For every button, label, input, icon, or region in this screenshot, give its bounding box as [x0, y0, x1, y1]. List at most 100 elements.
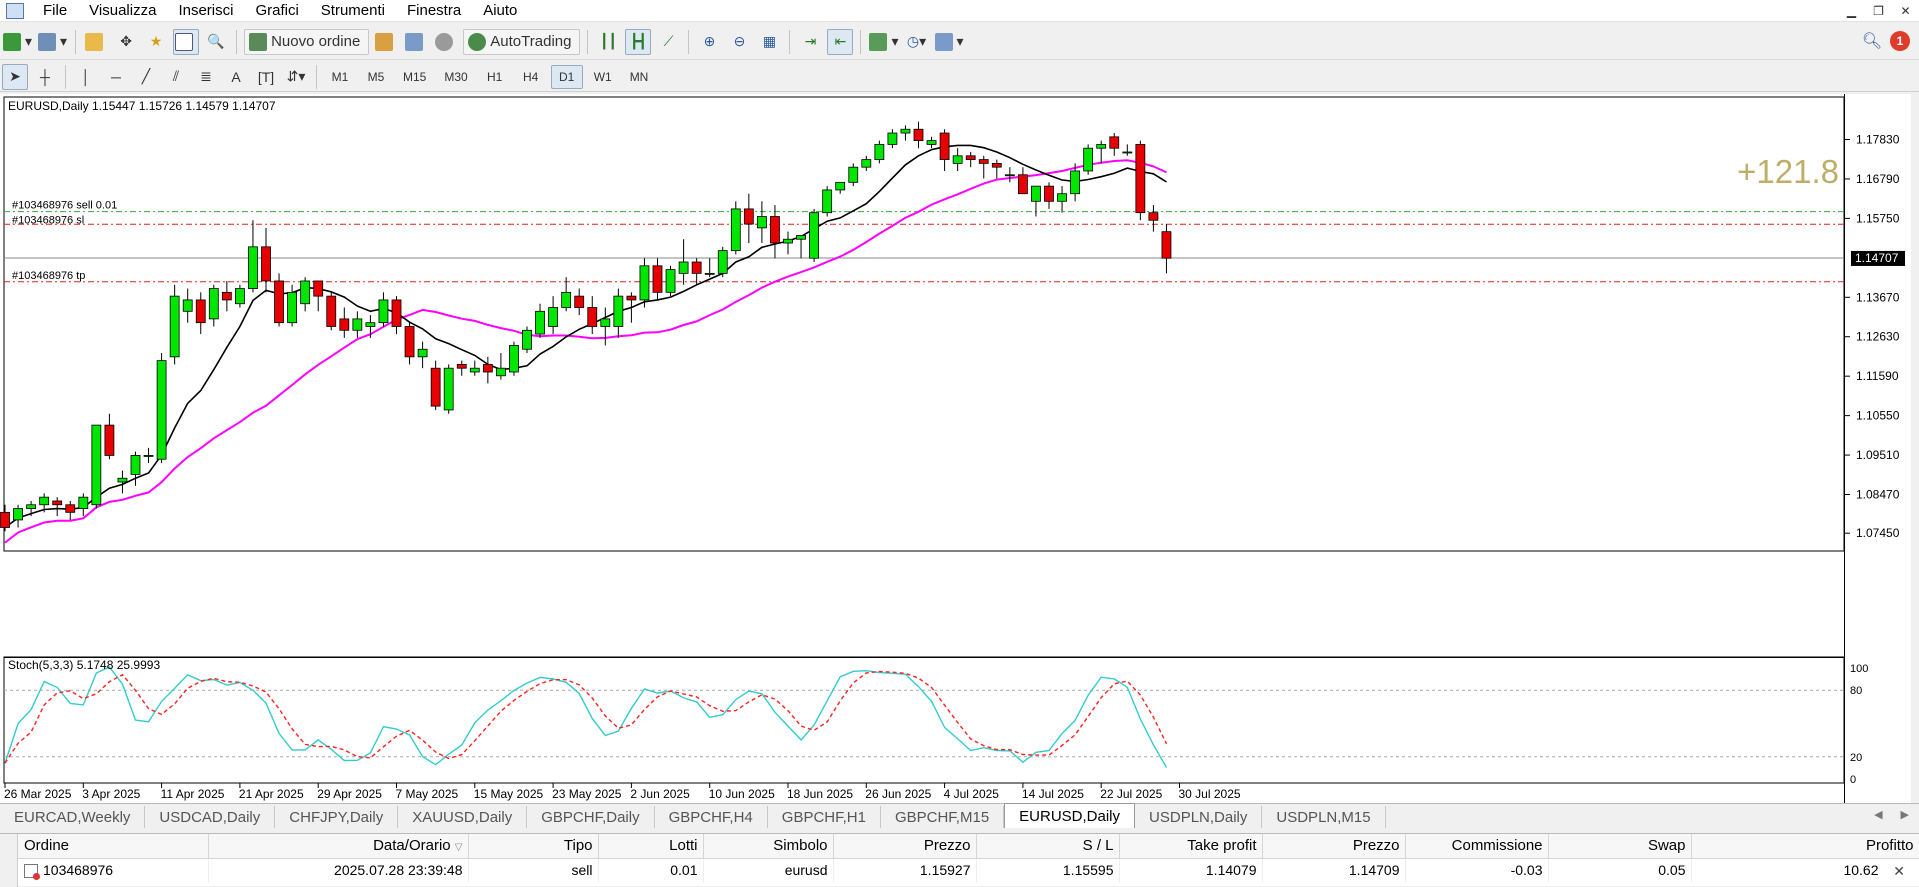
- timeframe-h4[interactable]: H4: [515, 65, 547, 89]
- col-profitto[interactable]: Profitto: [1691, 834, 1919, 859]
- horizontal-line-button[interactable]: ─: [103, 64, 129, 90]
- tab-xauusd-daily[interactable]: XAUUSD,Daily: [398, 806, 528, 828]
- timeframe-m1[interactable]: M1: [324, 65, 356, 89]
- new-chart-button[interactable]: ▾: [2, 29, 33, 55]
- col-swap[interactable]: Swap: [1548, 834, 1692, 859]
- tab-eurusd-daily[interactable]: EURUSD,Daily: [1004, 803, 1136, 828]
- minimize-icon[interactable]: ▁: [1838, 0, 1865, 22]
- bullish-candle: [678, 261, 689, 274]
- zoom-out-icon: ⊖: [733, 33, 746, 49]
- tab-usdpln-m15[interactable]: USDPLN,M15: [1262, 806, 1386, 828]
- price-chart[interactable]: 1.17830 1.16790 1.15750 1.13670 1.12630 1.115…: [0, 94, 1919, 803]
- crosshair-tool-button[interactable]: ┼: [32, 64, 58, 90]
- menu-file[interactable]: File: [32, 2, 78, 19]
- zoom-out-button[interactable]: ⊖: [726, 29, 752, 55]
- col-simbolo[interactable]: Simbolo: [703, 834, 834, 859]
- col-commissione[interactable]: Commissione: [1405, 834, 1549, 859]
- search-button[interactable]: 🔍︎: [1859, 28, 1885, 54]
- close-order-icon[interactable]: ✕: [1893, 863, 1905, 880]
- menu-strumenti[interactable]: Strumenti: [310, 2, 396, 19]
- autoscroll-button[interactable]: ⇥: [797, 29, 823, 55]
- tab-gbpchf-daily[interactable]: GBPCHF,Daily: [527, 806, 655, 828]
- periods-button[interactable]: ◷ ▾: [904, 29, 930, 55]
- zoom-in-button[interactable]: ⊕: [696, 29, 722, 55]
- arrows-icon: ⇵▾: [286, 68, 306, 84]
- crosshair-icon: ✥: [120, 33, 132, 49]
- bar-chart-button[interactable]: ┃┃: [595, 29, 621, 55]
- col-prezzo-current[interactable]: Prezzo: [1262, 834, 1406, 859]
- channel-button[interactable]: ⫽: [163, 64, 189, 90]
- templates-button[interactable]: ▾: [934, 29, 965, 55]
- metaeditor-button[interactable]: [373, 29, 399, 55]
- autotrading-button[interactable]: AutoTrading: [463, 28, 581, 55]
- text-label-button[interactable]: [T]: [253, 64, 279, 90]
- timeframe-d1[interactable]: D1: [550, 64, 583, 89]
- col-data-orario[interactable]: Data/Orario ▽: [208, 834, 469, 859]
- tab-gbpchf-h1[interactable]: GBPCHF,H1: [768, 806, 881, 828]
- time-label: 2 Jun 2025: [630, 787, 690, 801]
- signals-button[interactable]: [403, 29, 429, 55]
- market-watch-button[interactable]: [83, 29, 109, 55]
- tab-scroll-right-icon[interactable]: ▶: [1901, 808, 1909, 821]
- line-chart-button[interactable]: ⟋: [655, 29, 681, 55]
- timeframe-m5[interactable]: M5: [360, 65, 392, 89]
- new-order-button[interactable]: Nuovo ordine: [244, 28, 370, 55]
- trendline-button[interactable]: ╱: [133, 64, 159, 90]
- menu-finestra[interactable]: Finestra: [396, 2, 472, 19]
- col-sl[interactable]: S / L: [976, 834, 1120, 859]
- strategy-tester-button[interactable]: 🔍: [203, 29, 229, 55]
- timeframe-w1[interactable]: W1: [587, 65, 619, 89]
- toolbar-separator: [688, 29, 690, 54]
- arrows-button[interactable]: ⇵▾: [283, 64, 309, 90]
- profiles-button[interactable]: ▾: [37, 29, 68, 55]
- menu-aiuto[interactable]: Aiuto: [472, 2, 528, 19]
- menu-inserisci[interactable]: Inserisci: [167, 2, 244, 19]
- notifications-button[interactable]: 1: [1887, 28, 1913, 54]
- new-order-label: Nuovo ordine: [271, 33, 361, 50]
- col-ordine[interactable]: Ordine: [0, 834, 209, 859]
- col-prezzo[interactable]: Prezzo: [833, 834, 977, 859]
- order-current-price: 1.14709: [1262, 858, 1406, 882]
- indicators-button[interactable]: ▾: [868, 29, 899, 55]
- tab-usdpln-daily[interactable]: USDPLN,Daily: [1135, 806, 1263, 828]
- candlestick-button[interactable]: ┣┫: [625, 28, 652, 55]
- tab-gbpchf-h4[interactable]: GBPCHF,H4: [655, 806, 768, 828]
- timeframe-m30[interactable]: M30: [437, 65, 474, 89]
- menu-visualizza[interactable]: Visualizza: [78, 2, 167, 19]
- col-lotti[interactable]: Lotti: [598, 834, 704, 859]
- data-window-button[interactable]: ✥: [113, 29, 139, 55]
- time-label: 15 May 2025: [474, 787, 544, 801]
- menu-grafici[interactable]: Grafici: [244, 2, 309, 19]
- fibonacci-button[interactable]: ≣: [193, 64, 219, 90]
- text-button[interactable]: A: [223, 64, 249, 90]
- chart-scrollbar[interactable]: [1911, 94, 1919, 803]
- col-tipo[interactable]: Tipo: [468, 834, 599, 859]
- cursor-button[interactable]: ➤: [2, 63, 28, 90]
- price-label: 1.07450: [1856, 526, 1900, 540]
- tab-scroll-left-icon[interactable]: ◀: [1874, 808, 1882, 821]
- col-take-profit[interactable]: Take profit: [1119, 834, 1263, 859]
- tab-eurcad-weekly[interactable]: EURCAD,Weekly: [0, 806, 146, 828]
- line-chart-icon: ⟋: [663, 33, 674, 49]
- tab-chfjpy-daily[interactable]: CHFJPY,Daily: [275, 806, 399, 828]
- time-label: 11 Apr 2025: [161, 787, 225, 801]
- table-row[interactable]: 103468976 2025.07.28 23:39:48 sell 0.01 …: [0, 858, 1919, 882]
- order-time: 2025.07.28 23:39:48: [208, 858, 469, 882]
- bullish-candle: [1004, 174, 1015, 177]
- timeframe-mn[interactable]: MN: [623, 65, 656, 89]
- toolbar-separator: [316, 64, 317, 89]
- market-button[interactable]: [433, 29, 459, 55]
- timeframe-m15[interactable]: M15: [396, 65, 433, 89]
- tile-windows-button[interactable]: ▦: [756, 29, 782, 55]
- bullish-candle: [156, 360, 167, 460]
- close-icon[interactable]: ✕: [1892, 0, 1919, 22]
- tab-usdcad-daily[interactable]: USDCAD,Daily: [145, 806, 276, 828]
- timeframe-h1[interactable]: H1: [479, 65, 511, 89]
- tab-gbpchf-m15[interactable]: GBPCHF,M15: [881, 806, 1005, 828]
- restore-icon[interactable]: ❐: [1865, 0, 1892, 22]
- vertical-line-button[interactable]: │: [73, 64, 99, 90]
- chart-shift-button[interactable]: ⇤: [827, 28, 854, 55]
- terminal-button[interactable]: [173, 28, 200, 55]
- navigator-button[interactable]: ★: [143, 29, 169, 55]
- bearish-candle: [456, 364, 467, 369]
